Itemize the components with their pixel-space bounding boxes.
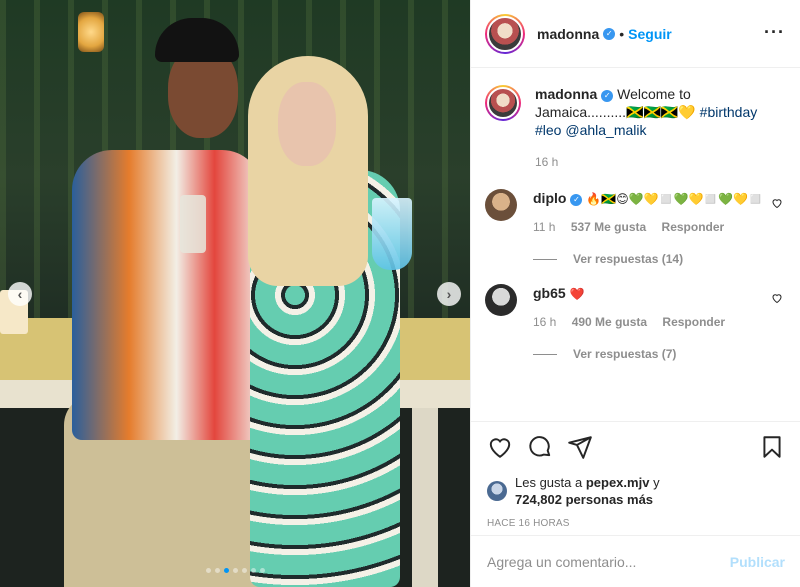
post-photo[interactable]: ‹ › bbox=[0, 0, 470, 587]
avatar[interactable] bbox=[487, 481, 507, 501]
comment-time[interactable]: 16 h bbox=[533, 315, 556, 329]
comment-text: ❤️ bbox=[569, 287, 585, 301]
verified-icon: ✓ bbox=[603, 27, 616, 40]
carousel-dot bbox=[241, 568, 247, 573]
carousel-prev-button[interactable]: ‹ bbox=[8, 282, 32, 306]
likes-count[interactable]: 724,802 personas más bbox=[515, 492, 653, 507]
carousel-dot bbox=[250, 568, 256, 573]
comment-text: 🔥🇯🇲😊💚💛◻️💚💛◻️💚💛◻️ bbox=[586, 192, 764, 206]
post-panel: madonna ✓ • Seguir ··· madonna ✓ Welcome … bbox=[470, 0, 800, 587]
avatar[interactable] bbox=[485, 85, 521, 121]
caption-username[interactable]: madonna bbox=[535, 86, 597, 102]
comment-item: diplo ✓ 🔥🇯🇲😊💚💛◻️💚💛◻️💚💛◻️ 11 h 537 Me gust… bbox=[485, 189, 785, 236]
post-header: madonna ✓ • Seguir ··· bbox=[471, 0, 800, 68]
view-replies-label: Ver respuestas (14) bbox=[573, 252, 684, 266]
carousel-dot bbox=[214, 568, 220, 573]
photo-cocktail bbox=[372, 198, 412, 270]
caption-mention[interactable]: @ahla_malik bbox=[565, 122, 646, 138]
post-username[interactable]: madonna bbox=[537, 26, 599, 42]
likes-user[interactable]: pepex.mjv bbox=[586, 475, 650, 490]
avatar[interactable] bbox=[485, 189, 517, 221]
photo-lamp bbox=[78, 12, 104, 52]
comment-likes[interactable]: 490 Me gusta bbox=[572, 315, 647, 329]
comment-item: gb65 ❤️ 16 h 490 Me gusta Responder bbox=[485, 284, 785, 331]
avatar[interactable] bbox=[485, 13, 525, 54]
reply-button[interactable]: Responder bbox=[662, 220, 725, 234]
photo-glass bbox=[180, 195, 206, 253]
carousel-next-button[interactable]: › bbox=[437, 282, 461, 306]
carousel-dot bbox=[259, 568, 265, 573]
photo-table-leg bbox=[412, 408, 438, 587]
carousel-dot bbox=[223, 568, 229, 573]
comment-username[interactable]: gb65 bbox=[533, 285, 566, 301]
post-actions: Les gusta a pepex.mjv y 724,802 personas… bbox=[471, 421, 800, 529]
reply-button[interactable]: Responder bbox=[662, 315, 725, 329]
heart-icon[interactable] bbox=[771, 292, 785, 331]
comment-time[interactable]: 11 h bbox=[533, 220, 555, 234]
view-replies-button[interactable]: Ver respuestas (14) bbox=[533, 252, 785, 266]
post-time[interactable]: HACE 16 HORAS bbox=[487, 518, 785, 529]
comment-input[interactable] bbox=[487, 553, 730, 570]
more-icon[interactable]: ··· bbox=[764, 22, 785, 43]
caption: madonna ✓ Welcome to Jamaica..........🇯🇲🇯… bbox=[485, 85, 785, 171]
view-replies-button[interactable]: Ver respuestas (7) bbox=[533, 347, 785, 361]
likes-summary: Les gusta a pepex.mjv y 724,802 personas… bbox=[487, 474, 785, 508]
carousel-dot bbox=[232, 568, 238, 573]
view-replies-label: Ver respuestas (7) bbox=[573, 347, 677, 361]
comment-likes[interactable]: 537 Me gusta bbox=[571, 220, 646, 234]
comment-composer: Publicar bbox=[471, 535, 800, 587]
photo-man-shirt bbox=[72, 150, 262, 440]
photo-woman-face bbox=[278, 82, 336, 166]
comment-username[interactable]: diplo bbox=[533, 190, 566, 206]
comment-icon[interactable] bbox=[527, 434, 553, 460]
separator: • bbox=[619, 25, 625, 42]
follow-button[interactable]: Seguir bbox=[628, 26, 672, 42]
verified-icon: ✓ bbox=[570, 194, 583, 206]
comments-list[interactable]: madonna ✓ Welcome to Jamaica..........🇯🇲🇯… bbox=[471, 69, 800, 421]
publish-button[interactable]: Publicar bbox=[730, 554, 785, 570]
share-icon[interactable] bbox=[567, 434, 593, 460]
heart-icon[interactable] bbox=[771, 197, 785, 236]
like-icon[interactable] bbox=[487, 434, 513, 460]
likes-conj: y bbox=[653, 475, 660, 490]
caption-time[interactable]: 16 h bbox=[535, 155, 558, 169]
likes-prefix: Les gusta a bbox=[515, 475, 583, 490]
bookmark-icon[interactable] bbox=[759, 434, 785, 460]
avatar[interactable] bbox=[485, 284, 517, 316]
carousel-dot bbox=[205, 568, 211, 573]
carousel-indicator bbox=[0, 568, 470, 573]
verified-icon: ✓ bbox=[601, 90, 614, 102]
